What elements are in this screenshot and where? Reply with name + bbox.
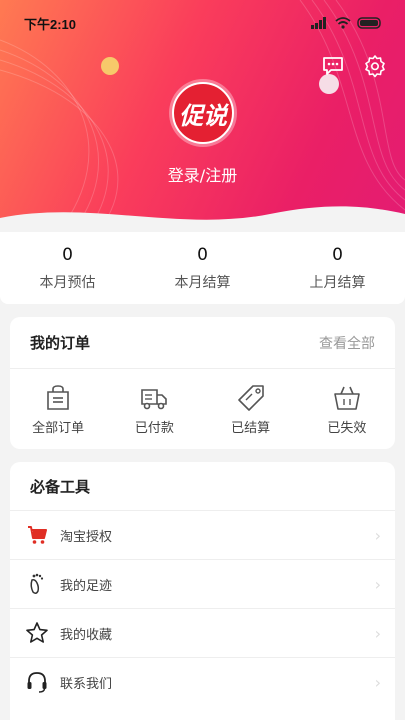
app-logo[interactable]: 促说 — [172, 82, 234, 144]
stat-label: 上月结算 — [309, 275, 366, 291]
header-actions — [321, 54, 387, 78]
chevron-right-icon: › — [374, 623, 381, 643]
order-label: 全部订单 — [32, 420, 85, 436]
shopping-cart-icon — [24, 522, 50, 548]
status-icons — [311, 17, 383, 29]
stat-value: 0 — [62, 245, 73, 265]
orders-title: 我的订单 — [30, 334, 91, 352]
order-status-row: 全部订单 已付款 已结算 已失效 — [10, 369, 395, 449]
orders-card: 我的订单 查看全部 全部订单 已付款 已结算 已失效 — [10, 317, 395, 449]
stat-label: 本月预估 — [39, 275, 96, 291]
tool-label: 我的足迹 — [60, 578, 113, 594]
order-all[interactable]: 全部订单 — [10, 369, 106, 449]
headset-icon — [24, 669, 50, 695]
tool-contact-us[interactable]: 联系我们 › — [10, 657, 395, 706]
signal-icon — [311, 17, 326, 29]
status-time: 下午2:10 — [24, 16, 77, 32]
stat-last-month-settled[interactable]: 0 上月结算 — [270, 232, 405, 304]
tool-footprints[interactable]: 我的足迹 › — [10, 559, 395, 608]
status-bar: 下午2:10 — [24, 14, 383, 32]
battery-icon — [357, 17, 381, 29]
stat-this-month-estimate[interactable]: 0 本月预估 — [0, 232, 135, 304]
login-register-link[interactable]: 登录/注册 — [0, 162, 405, 186]
order-expired[interactable]: 已失效 — [299, 369, 395, 449]
tool-label: 淘宝授权 — [60, 529, 113, 545]
view-all-orders-link[interactable]: 查看全部 — [319, 333, 375, 353]
tool-label: 我的收藏 — [60, 627, 113, 643]
price-tag-icon — [237, 384, 264, 411]
star-icon — [24, 620, 50, 646]
earnings-summary: 0 本月预估 0 本月结算 0 上月结算 — [0, 232, 405, 304]
tools-card: 必备工具 淘宝授权 › 我的足迹 › 我的收藏 › 联系我们 › — [10, 462, 395, 720]
message-icon[interactable] — [321, 54, 345, 78]
orders-header: 我的订单 查看全部 — [10, 317, 395, 369]
order-settled[interactable]: 已结算 — [203, 369, 299, 449]
order-label: 已付款 — [134, 420, 174, 436]
chevron-right-icon: › — [374, 672, 381, 692]
stat-label: 本月结算 — [174, 275, 231, 291]
basket-icon — [334, 386, 360, 410]
footprint-icon — [24, 571, 50, 597]
shopping-bag-icon — [47, 384, 69, 410]
settings-gear-icon[interactable] — [363, 54, 387, 78]
chevron-right-icon: › — [374, 525, 381, 545]
tool-label: 联系我们 — [60, 676, 113, 692]
logo-text: 促说 — [179, 100, 227, 130]
profile-header: 下午2:10 促说 登录/注册 — [0, 0, 405, 240]
wifi-icon — [335, 17, 351, 29]
delivery-truck-icon — [141, 388, 168, 409]
order-paid[interactable]: 已付款 — [106, 369, 202, 449]
chevron-right-icon: › — [374, 574, 381, 594]
tool-taobao-auth[interactable]: 淘宝授权 › — [10, 510, 395, 559]
tools-header: 必备工具 — [10, 462, 395, 510]
stat-value: 0 — [197, 245, 208, 265]
stat-value: 0 — [332, 245, 343, 265]
order-label: 已结算 — [231, 420, 271, 436]
tool-favorites[interactable]: 我的收藏 › — [10, 608, 395, 657]
stat-this-month-settled[interactable]: 0 本月结算 — [135, 232, 270, 304]
order-label: 已失效 — [327, 420, 367, 436]
tools-title: 必备工具 — [30, 477, 91, 496]
